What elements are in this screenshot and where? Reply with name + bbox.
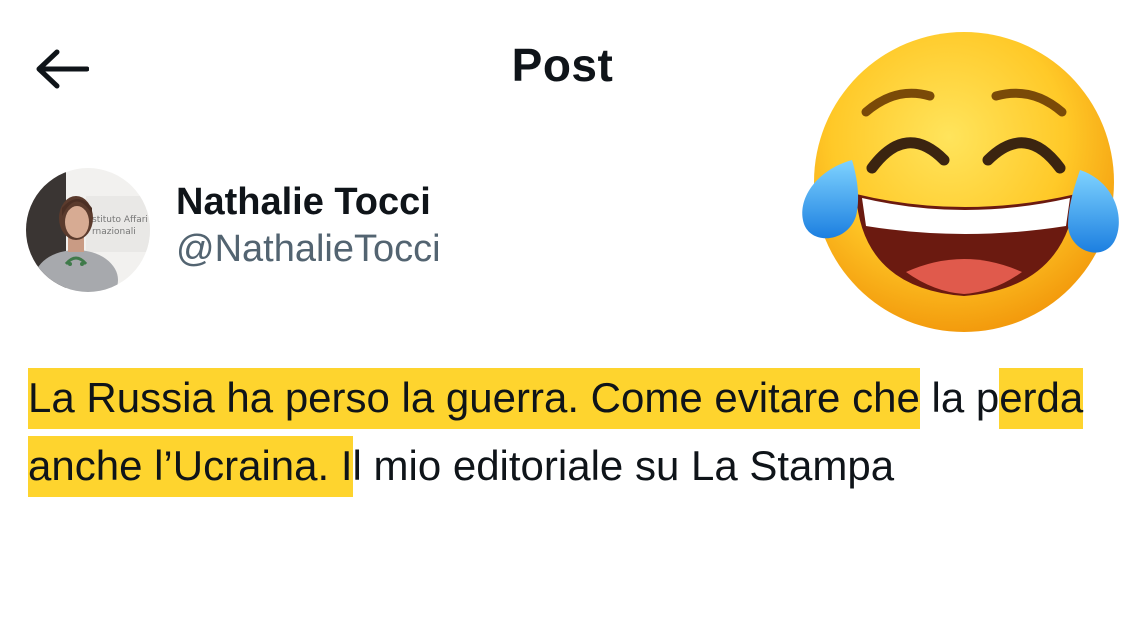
avatar-photo: stituto Affari rnazionali <box>26 168 150 292</box>
avatar[interactable]: stituto Affari rnazionali <box>26 168 150 292</box>
avatar-sign-line-2: rnazionali <box>92 227 136 237</box>
tweet-text-p: p <box>975 374 1000 421</box>
author-text: Nathalie Tocci @NathalieTocci <box>176 179 441 273</box>
author-handle[interactable]: @NathalieTocci <box>176 225 441 273</box>
tweet-text: La Russia ha perso la guerra. Come evita… <box>28 364 1088 500</box>
tweet-highlight-1: La Russia ha perso la guerra. Come evita… <box>28 368 920 429</box>
face-with-tears-of-joy-icon <box>802 32 1119 332</box>
tweet-text-after-highlight-1: la <box>919 374 976 421</box>
tweet-text-rest: l mio editoriale su La Stampa <box>352 442 895 489</box>
avatar-sign-line-1: stituto Affari <box>92 215 148 225</box>
author-block: stituto Affari rnazionali Nathalie Tocci… <box>26 168 441 292</box>
author-display-name[interactable]: Nathalie Tocci <box>176 179 441 225</box>
